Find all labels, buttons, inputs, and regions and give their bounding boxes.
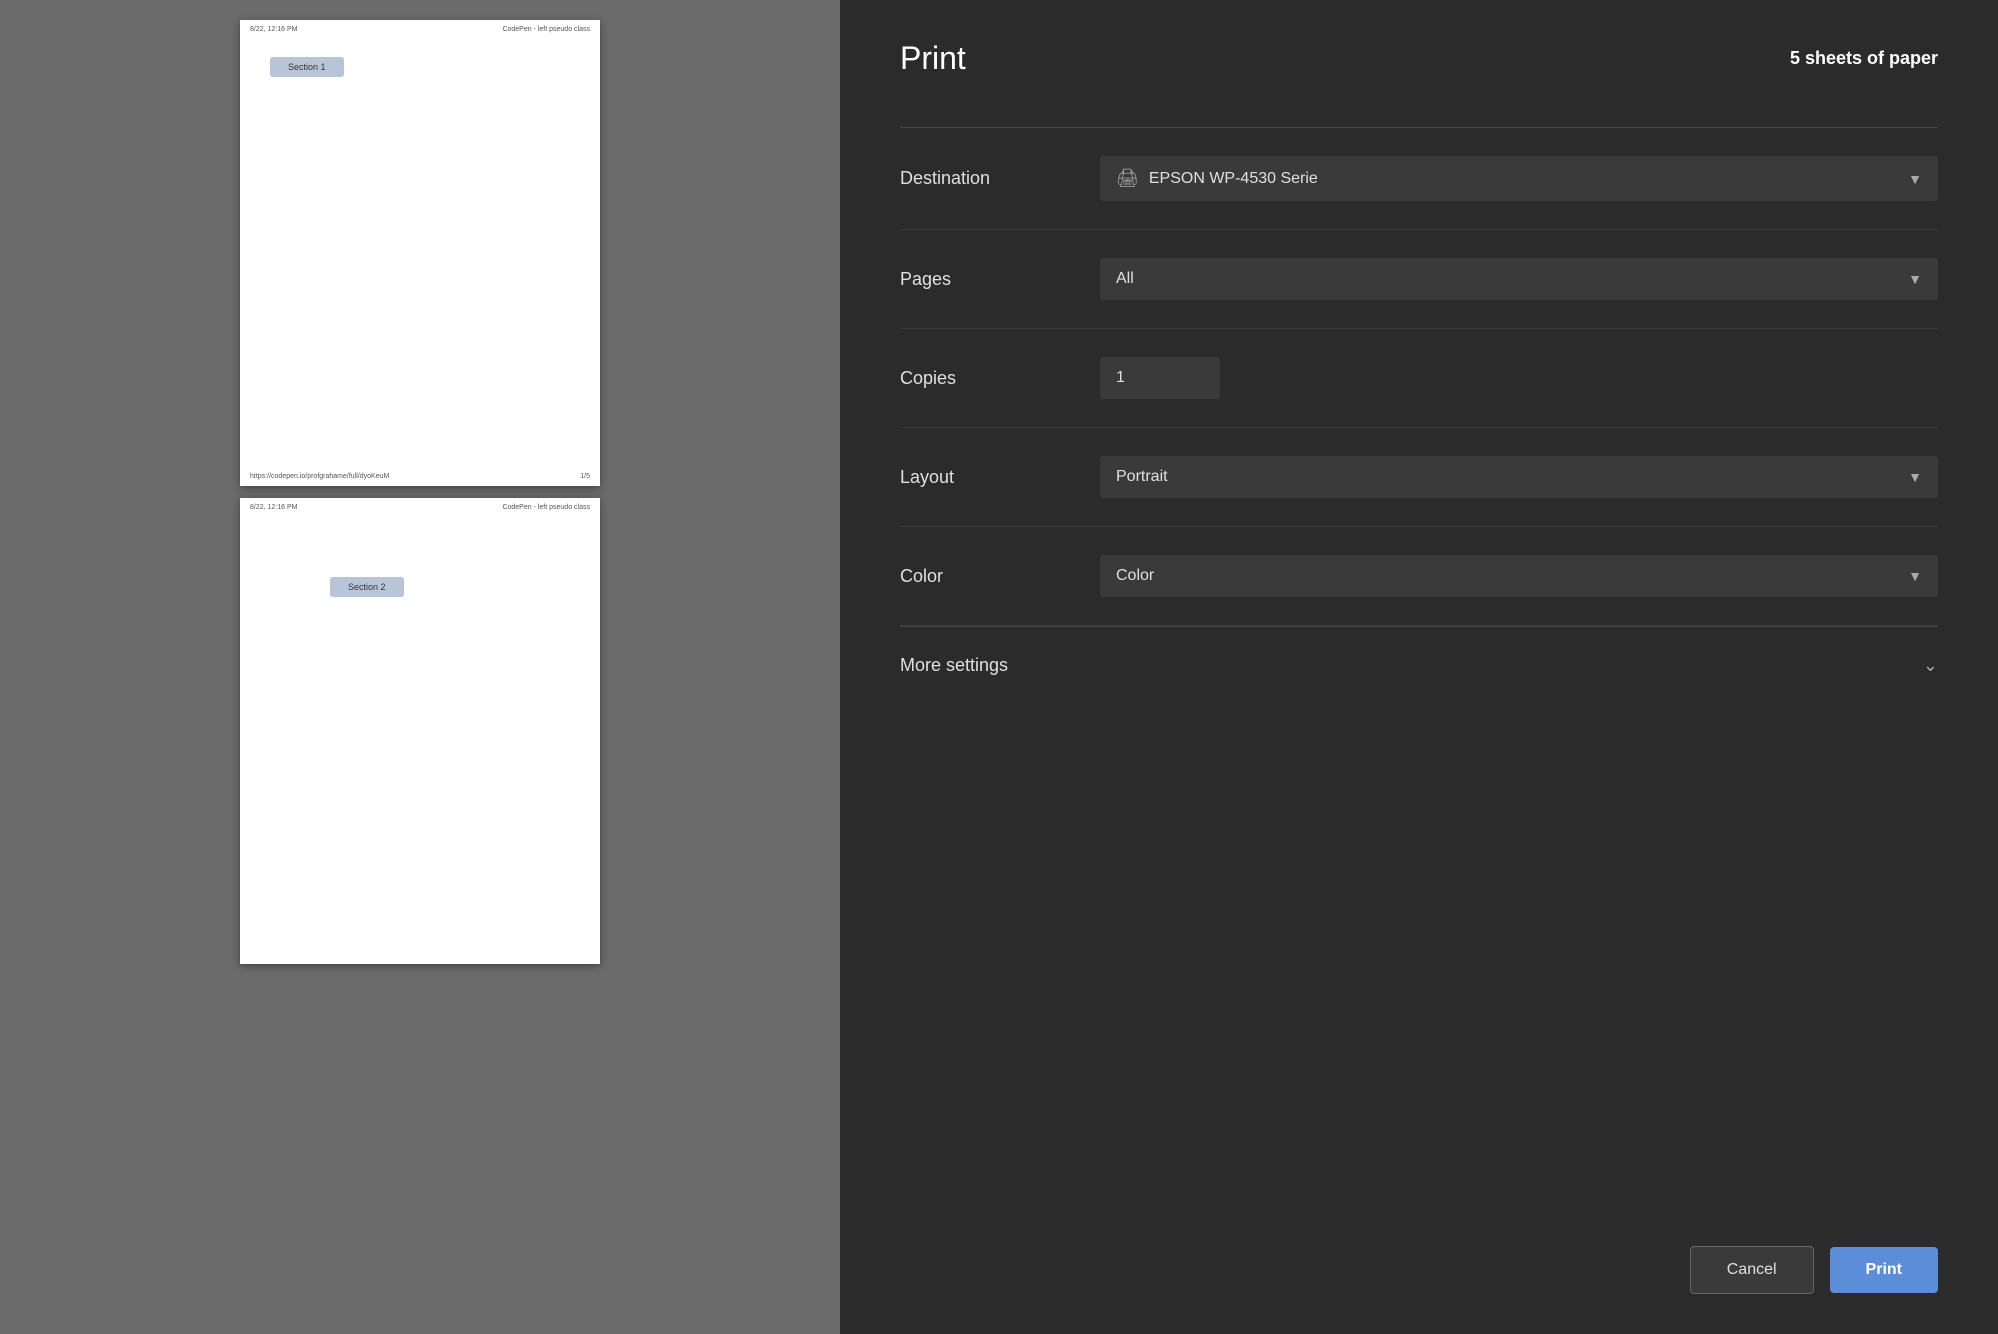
cancel-button[interactable]: Cancel: [1690, 1246, 1814, 1294]
pages-control[interactable]: All ▼: [1100, 258, 1938, 300]
color-label: Color: [900, 566, 1100, 587]
page-preview-2: 8/22, 12:16 PM CodePen - left pseudo cla…: [240, 498, 600, 964]
print-panel: Print 5 sheets of paper Destination 🖨 EP…: [840, 0, 1998, 1334]
page2-header: 8/22, 12:16 PM CodePen - left pseudo cla…: [240, 498, 600, 517]
preview-area: 8/22, 12:16 PM CodePen - left pseudo cla…: [0, 0, 840, 1334]
section2-container: Section 2: [330, 577, 600, 597]
copies-row: Copies: [900, 329, 1938, 428]
layout-row: Layout Portrait ▼: [900, 428, 1938, 527]
page1-url: https://codepen.io/profgrahame/full/dyoK…: [250, 473, 389, 480]
more-settings-label: More settings: [900, 655, 1008, 676]
printer-icon: 🖨: [1116, 168, 1139, 189]
copies-input[interactable]: [1100, 357, 1220, 399]
pages-label: Pages: [900, 269, 1100, 290]
color-dropdown[interactable]: Color ▼: [1100, 555, 1938, 597]
destination-chevron-icon: ▼: [1908, 171, 1922, 187]
layout-value: Portrait: [1116, 468, 1898, 486]
pages-dropdown[interactable]: All ▼: [1100, 258, 1938, 300]
copies-label: Copies: [900, 368, 1100, 389]
pages-row: Pages All ▼: [900, 230, 1938, 329]
sheets-info: 5 sheets of paper: [1790, 48, 1938, 69]
print-title: Print: [900, 40, 966, 77]
layout-chevron-icon: ▼: [1908, 469, 1922, 485]
print-header: Print 5 sheets of paper: [900, 0, 1938, 128]
layout-dropdown[interactable]: Portrait ▼: [1100, 456, 1938, 498]
more-settings-row[interactable]: More settings ⌄: [900, 627, 1938, 704]
section1-badge: Section 1: [270, 57, 344, 77]
print-button[interactable]: Print: [1830, 1247, 1938, 1293]
footer-buttons: Cancel Print: [900, 1216, 1938, 1334]
layout-label: Layout: [900, 467, 1100, 488]
color-value: Color: [1116, 567, 1898, 585]
page-preview-1: 8/22, 12:16 PM CodePen - left pseudo cla…: [240, 20, 600, 486]
page1-number: 1/5: [580, 473, 590, 480]
destination-row: Destination 🖨 EPSON WP-4530 Serie ▼: [900, 128, 1938, 230]
destination-value: EPSON WP-4530 Serie: [1149, 170, 1898, 188]
expand-chevron-icon: ⌄: [1923, 655, 1938, 676]
page2-timestamp: 8/22, 12:16 PM: [250, 504, 297, 511]
color-chevron-icon: ▼: [1908, 568, 1922, 584]
pages-chevron-icon: ▼: [1908, 271, 1922, 287]
page2-title: CodePen - left pseudo class: [502, 504, 590, 511]
settings-area: Destination 🖨 EPSON WP-4530 Serie ▼ Page…: [900, 128, 1938, 1334]
destination-dropdown[interactable]: 🖨 EPSON WP-4530 Serie ▼: [1100, 156, 1938, 201]
destination-control[interactable]: 🖨 EPSON WP-4530 Serie ▼: [1100, 156, 1938, 201]
copies-control[interactable]: [1100, 357, 1938, 399]
page1-timestamp: 8/22, 12:16 PM: [250, 26, 297, 33]
color-row: Color Color ▼: [900, 527, 1938, 626]
pages-value: All: [1116, 270, 1898, 288]
color-control[interactable]: Color ▼: [1100, 555, 1938, 597]
section2-badge: Section 2: [330, 577, 404, 597]
page1-title: CodePen - left pseudo class: [502, 26, 590, 33]
layout-control[interactable]: Portrait ▼: [1100, 456, 1938, 498]
section1-container: Section 1: [270, 57, 600, 77]
destination-label: Destination: [900, 168, 1100, 189]
page1-header: 8/22, 12:16 PM CodePen - left pseudo cla…: [240, 20, 600, 39]
